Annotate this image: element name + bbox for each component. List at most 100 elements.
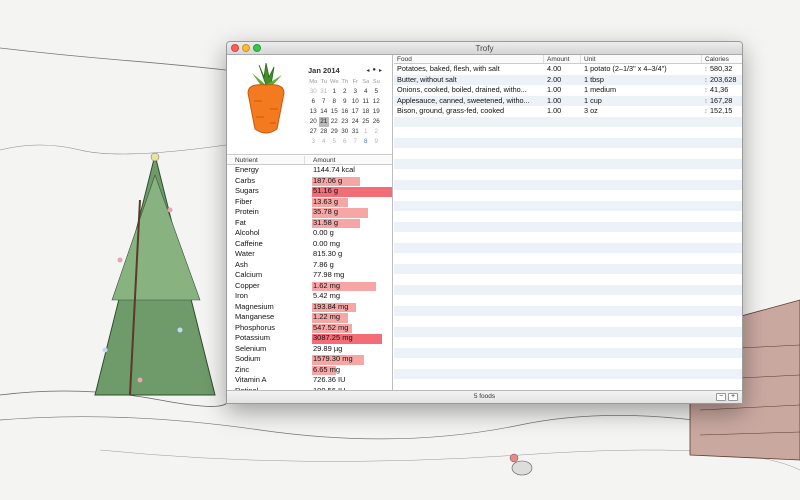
calendar-day[interactable]: 13 xyxy=(308,107,319,117)
food-row[interactable]: Potatoes, baked, flesh, with salt 4.00 1 p… xyxy=(394,64,742,75)
calories-stepper-icon[interactable]: ⁝ xyxy=(702,65,710,75)
calendar-day[interactable]: 31 xyxy=(350,127,361,137)
calendar-day[interactable]: 5 xyxy=(371,87,382,97)
calories-stepper-icon[interactable]: ⁝ xyxy=(702,107,710,117)
calendar-day[interactable]: 10 xyxy=(350,97,361,107)
nutrient-row[interactable]: Fiber 13.63 g xyxy=(227,197,392,207)
calendar-day[interactable]: 5 xyxy=(329,137,340,147)
calendar-day[interactable]: 24 xyxy=(350,117,361,127)
title-bar[interactable]: Trofy xyxy=(227,42,742,55)
food-row[interactable]: Onions, cooked, boiled, drained, witho..… xyxy=(394,85,742,96)
column-header-calories[interactable]: Calories xyxy=(702,55,742,63)
nutrient-row[interactable]: Sugars 51.16 g xyxy=(227,186,392,197)
food-amount[interactable]: 4.00 xyxy=(544,64,581,75)
calendar-day[interactable]: 30 xyxy=(308,87,319,97)
remove-food-button[interactable]: − xyxy=(716,393,726,401)
food-unit[interactable]: 1 potato (2–1/3" x 4–3/4") xyxy=(581,64,702,75)
nutrient-row[interactable]: Copper 1.62 mg xyxy=(227,281,392,291)
nutrient-row[interactable]: Carbs 187.06 g xyxy=(227,176,392,186)
calendar-day[interactable]: 28 xyxy=(319,127,330,137)
nutrient-row[interactable]: Magnesium 193.84 mg xyxy=(227,302,392,312)
calendar-day-selected[interactable]: 21 xyxy=(318,117,329,127)
calendar-day[interactable]: 29 xyxy=(329,127,340,137)
nutrient-row[interactable]: Manganese 1.22 mg xyxy=(227,312,392,323)
nutrient-row[interactable]: Caffeine 0.00 mg xyxy=(227,239,392,250)
nutrient-row[interactable]: Phosphorus 547.52 mg xyxy=(227,323,392,333)
calendar-day[interactable]: 27 xyxy=(308,127,319,137)
calendar-day[interactable]: 4 xyxy=(319,137,330,147)
food-amount[interactable]: 1.00 xyxy=(544,96,581,107)
calendar-day[interactable]: 8 xyxy=(361,137,372,147)
calendar-day[interactable]: 7 xyxy=(350,137,361,147)
calendar-day[interactable]: 1 xyxy=(361,127,372,137)
calendar-day[interactable]: 12 xyxy=(371,97,382,107)
calories-stepper-icon[interactable]: ⁝ xyxy=(702,86,710,96)
calendar-day[interactable]: 22 xyxy=(329,117,340,127)
calendar-day[interactable]: 31 xyxy=(319,87,330,97)
calendar-day[interactable]: 23 xyxy=(340,117,351,127)
calendar-day[interactable]: 6 xyxy=(340,137,351,147)
nutrient-row[interactable]: Potassium 3087.25 mg xyxy=(227,333,392,344)
calendar-day[interactable]: 18 xyxy=(361,107,372,117)
nutrient-row[interactable]: Selenium 29.89 µg xyxy=(227,344,392,355)
column-header-food[interactable]: Food xyxy=(394,55,544,63)
calendar-day[interactable]: 30 xyxy=(340,127,351,137)
calendar-day[interactable]: 20 xyxy=(308,117,319,127)
calendar-day[interactable]: 3 xyxy=(350,87,361,97)
nutrient-row[interactable]: Protein 35.78 g xyxy=(227,207,392,218)
food-amount[interactable]: 1.00 xyxy=(544,106,581,117)
calendar-day[interactable]: 25 xyxy=(361,117,372,127)
calendar-day[interactable]: 4 xyxy=(361,87,372,97)
calendar-day[interactable]: 26 xyxy=(371,117,382,127)
nutrient-row[interactable]: Iron 5.42 mg xyxy=(227,291,392,302)
nutrient-row[interactable]: Zinc 6.65 mg xyxy=(227,365,392,375)
food-unit[interactable]: 3 oz xyxy=(581,106,702,117)
calendar-day[interactable]: 2 xyxy=(371,127,382,137)
food-name[interactable]: Applesauce, canned, sweetened, witho... xyxy=(394,96,544,107)
food-unit[interactable]: 1 cup xyxy=(581,96,702,107)
calendar-day[interactable]: 9 xyxy=(340,97,351,107)
calendar-day[interactable]: 19 xyxy=(371,107,382,117)
calendar-day[interactable]: 16 xyxy=(340,107,351,117)
calendar-day[interactable]: 14 xyxy=(319,107,330,117)
calendar-day[interactable]: 1 xyxy=(329,87,340,97)
nutrient-row[interactable]: Sodium 1579.30 mg xyxy=(227,354,392,365)
calories-stepper-icon[interactable]: ⁝ xyxy=(702,97,710,107)
column-header-nutrient[interactable]: Nutrient xyxy=(227,156,305,164)
nutrient-row[interactable]: Fat 31.58 g xyxy=(227,218,392,228)
nutrient-row[interactable]: Water 815.30 g xyxy=(227,249,392,260)
calendar-day[interactable]: 17 xyxy=(350,107,361,117)
food-unit[interactable]: 1 medium xyxy=(581,85,702,96)
food-name[interactable]: Potatoes, baked, flesh, with salt xyxy=(394,64,544,75)
food-name[interactable]: Butter, without salt xyxy=(394,75,544,86)
food-unit[interactable]: 1 tbsp xyxy=(581,75,702,86)
food-row[interactable]: Butter, without salt 2.00 1 tbsp ⁝ 203,628 xyxy=(394,74,742,86)
nutrient-row[interactable]: Calcium 77.98 mg xyxy=(227,270,392,281)
food-name[interactable]: Onions, cooked, boiled, drained, witho..… xyxy=(394,85,544,96)
food-amount[interactable]: 2.00 xyxy=(544,75,581,86)
food-row[interactable]: Bison, ground, grass-fed, cooked 1.00 3 oz… xyxy=(394,106,742,117)
column-header-amount[interactable]: Amount xyxy=(305,156,335,164)
calendar-day[interactable]: 8 xyxy=(329,97,340,107)
nutrient-row[interactable]: Energy 1144.74 kcal xyxy=(227,165,392,176)
food-row[interactable]: Applesauce, canned, sweetened, witho... 1… xyxy=(394,95,742,107)
calendar-day[interactable]: 9 xyxy=(371,137,382,147)
food-name[interactable]: Bison, ground, grass-fed, cooked xyxy=(394,106,544,117)
column-header-amount[interactable]: Amount xyxy=(544,55,581,63)
next-month-button[interactable]: ▸ xyxy=(379,67,382,74)
calendar-day[interactable]: 7 xyxy=(319,97,330,107)
calendar-day[interactable]: 2 xyxy=(340,87,351,97)
calories-stepper-icon[interactable]: ⁝ xyxy=(702,76,710,86)
food-amount[interactable]: 1.00 xyxy=(544,85,581,96)
calendar-day[interactable]: 6 xyxy=(308,97,319,107)
today-button[interactable]: ● xyxy=(372,67,376,74)
prev-month-button[interactable]: ◂ xyxy=(366,67,369,74)
calendar-day[interactable]: 3 xyxy=(308,137,319,147)
nutrient-row[interactable]: Alcohol 0.00 g xyxy=(227,228,392,239)
calendar-day[interactable]: 11 xyxy=(361,97,372,107)
nutrient-row[interactable]: Ash 7.86 g xyxy=(227,260,392,271)
column-header-unit[interactable]: Unit xyxy=(581,55,702,63)
add-food-button[interactable]: + xyxy=(728,393,738,401)
calendar-day[interactable]: 15 xyxy=(329,107,340,117)
nutrient-row[interactable]: Vitamin A 726.36 IU xyxy=(227,375,392,386)
